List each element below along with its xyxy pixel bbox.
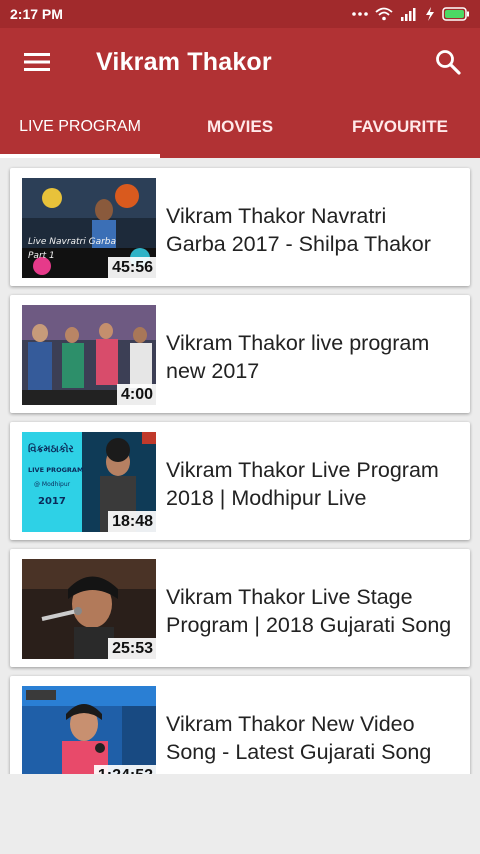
search-button[interactable] <box>416 28 480 96</box>
status-time: 2:17 PM <box>10 6 63 22</box>
status-icons <box>352 7 470 21</box>
wifi-icon <box>375 7 393 21</box>
thumbnail-caption: વિક્રમઠાકોર <box>28 441 74 455</box>
video-title: Vikram Thakor Live Stage Program | 2018 … <box>166 585 452 637</box>
tab-live-program[interactable]: LIVE PROGRAM <box>0 96 160 158</box>
charging-icon <box>426 7 434 21</box>
video-duration: 18:48 <box>108 511 156 532</box>
video-title: Vikram Thakor Live Program 2018 | Modhip… <box>166 458 439 510</box>
video-card[interactable]: 1:24:52 Vikram Thakor New Video Song - L… <box>10 676 470 774</box>
tab-bar: LIVE PROGRAM MOVIES FAVOURITE <box>0 96 480 158</box>
tab-movies[interactable]: MOVIES <box>160 96 320 158</box>
video-thumbnail: 4:00 <box>22 305 156 405</box>
video-thumbnail: વિક્રમઠાકોર LIVE PROGRAM @ Modhipur 2017… <box>22 432 156 532</box>
video-thumbnail: Live Navratri Garba Part 1 45:56 <box>22 178 156 278</box>
status-bar: 2:17 PM <box>0 0 480 28</box>
video-title: Vikram Thakor New Video Song - Latest Gu… <box>166 712 432 764</box>
search-icon <box>436 50 461 75</box>
video-card[interactable]: વિક્રમઠાકોર LIVE PROGRAM @ Modhipur 2017… <box>10 422 470 540</box>
video-duration: 1:24:52 <box>93 765 156 774</box>
tab-label: FAVOURITE <box>351 117 449 136</box>
video-card[interactable]: 25:53 Vikram Thakor Live Stage Program |… <box>10 549 470 667</box>
tab-favourite[interactable]: FAVOURITE <box>320 96 480 158</box>
tab-label: MOVIES <box>206 117 274 136</box>
more-dots-icon <box>352 12 368 16</box>
video-thumbnail: 25:53 <box>22 559 156 659</box>
video-duration: 45:56 <box>108 257 156 278</box>
video-title: Vikram Thakor Navratri Garba 2017 - Shil… <box>166 204 431 256</box>
thumbnail-caption-part: Part 1 <box>28 251 55 261</box>
svg-text:@ Modhipur: @ Modhipur <box>34 481 71 488</box>
battery-icon <box>442 7 469 21</box>
video-list[interactable]: Live Navratri Garba Part 1 45:56 Vikram … <box>0 158 480 774</box>
video-duration: 4:00 <box>116 384 156 405</box>
video-thumbnail: 1:24:52 <box>22 686 156 774</box>
menu-button[interactable] <box>0 28 76 96</box>
tab-label: LIVE PROGRAM <box>19 118 141 135</box>
video-card[interactable]: 4:00 Vikram Thakor live program new 2017 <box>10 295 470 413</box>
video-duration: 25:53 <box>108 638 156 659</box>
page-title: Vikram Thakor <box>96 47 272 76</box>
hamburger-menu-icon <box>24 53 50 71</box>
svg-text:LIVE PROGRAM: LIVE PROGRAM <box>28 466 83 474</box>
app-bar: Vikram Thakor <box>0 28 480 96</box>
signal-icon <box>401 8 416 21</box>
svg-text:2017: 2017 <box>38 496 66 507</box>
video-card[interactable]: Live Navratri Garba Part 1 45:56 Vikram … <box>10 168 470 286</box>
thumbnail-caption: Live Navratri Garba <box>28 237 116 247</box>
video-title: Vikram Thakor live program new 2017 <box>166 331 430 383</box>
